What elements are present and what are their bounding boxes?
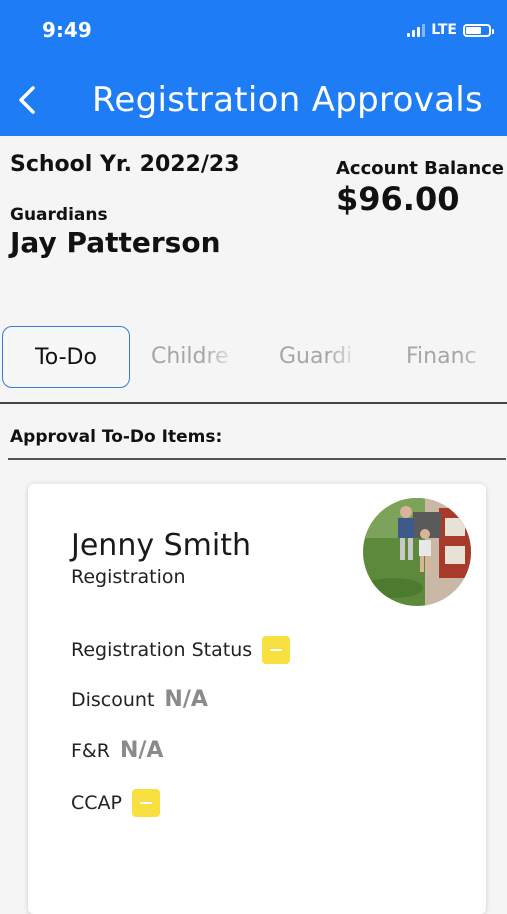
- school-year: School Yr. 2022/23: [10, 152, 240, 177]
- status-time: 9:49: [42, 18, 92, 42]
- discount-value: N/A: [164, 687, 208, 712]
- section-title: Approval To-Do Items:: [10, 427, 223, 447]
- battery-icon: [463, 23, 494, 37]
- guardian-name: Jay Patterson: [10, 226, 221, 259]
- account-balance-label: Account Balance: [336, 158, 505, 179]
- signal-icon: [407, 23, 426, 37]
- approval-card[interactable]: Jenny Smith Registration Registration St…: [28, 484, 486, 914]
- tab-bar: To-Do Childre Guardi Financ: [0, 322, 507, 404]
- registration-status-row: Registration Status: [71, 636, 291, 664]
- section-divider: [8, 458, 506, 460]
- network-label: LTE: [431, 22, 457, 38]
- tab-children[interactable]: Childre: [151, 326, 239, 388]
- child-photo: [363, 498, 471, 606]
- fr-label: F&R: [71, 739, 110, 762]
- chevron-left-icon: [19, 86, 35, 114]
- ccap-row: CCAP: [71, 789, 160, 817]
- account-balance-value: $96.00: [336, 180, 460, 218]
- ccap-label: CCAP: [71, 792, 122, 814]
- page-title: Registration Approvals: [92, 80, 484, 120]
- fr-value: N/A: [119, 738, 164, 763]
- back-button[interactable]: [12, 82, 42, 118]
- tab-guardians[interactable]: Guardi: [279, 326, 361, 388]
- pending-badge-icon: [132, 789, 160, 817]
- tab-to-do[interactable]: To-Do: [2, 326, 130, 388]
- discount-label: Discount: [71, 688, 155, 711]
- guardians-label: Guardians: [10, 205, 108, 225]
- child-name: Jenny Smith: [71, 528, 251, 563]
- app-header: 9:49 LTE Registration Approvals: [0, 0, 507, 136]
- registration-status-label: Registration Status: [71, 639, 253, 661]
- fr-row: F&R N/A: [71, 738, 163, 763]
- discount-row: Discount N/A: [71, 687, 208, 712]
- pending-badge-icon: [262, 636, 291, 664]
- tab-financials[interactable]: Financ: [406, 326, 496, 388]
- status-indicators: LTE: [407, 22, 494, 38]
- approval-type: Registration: [71, 566, 186, 588]
